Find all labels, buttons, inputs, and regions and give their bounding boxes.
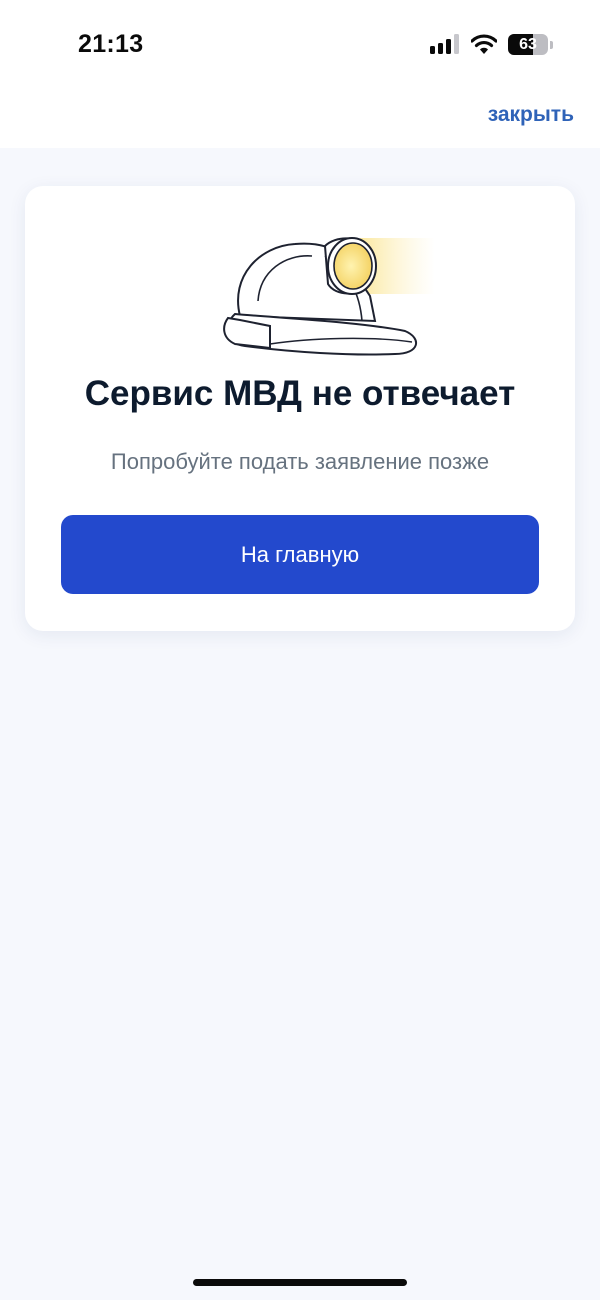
miner-helmet-icon <box>223 237 435 356</box>
battery-level: 63 <box>519 36 537 53</box>
status-bar: 21:13 63 <box>0 0 600 90</box>
page-subtitle: Попробуйте подать заявление позже <box>110 449 490 474</box>
top-bar: 21:13 63 закрыть <box>0 0 600 148</box>
home-indicator[interactable] <box>193 1279 407 1286</box>
wifi-icon <box>471 34 497 54</box>
cellular-signal-icon <box>430 34 460 54</box>
battery-cap <box>550 41 553 49</box>
go-home-button[interactable]: На главную <box>61 515 539 594</box>
error-card: Сервис МВД не отвечает Попробуйте подать… <box>25 186 575 631</box>
battery-icon: 63 <box>508 34 548 55</box>
status-time: 21:13 <box>78 30 144 58</box>
close-button[interactable]: закрыть <box>488 103 574 127</box>
page-title: Сервис МВД не отвечает <box>84 374 516 413</box>
